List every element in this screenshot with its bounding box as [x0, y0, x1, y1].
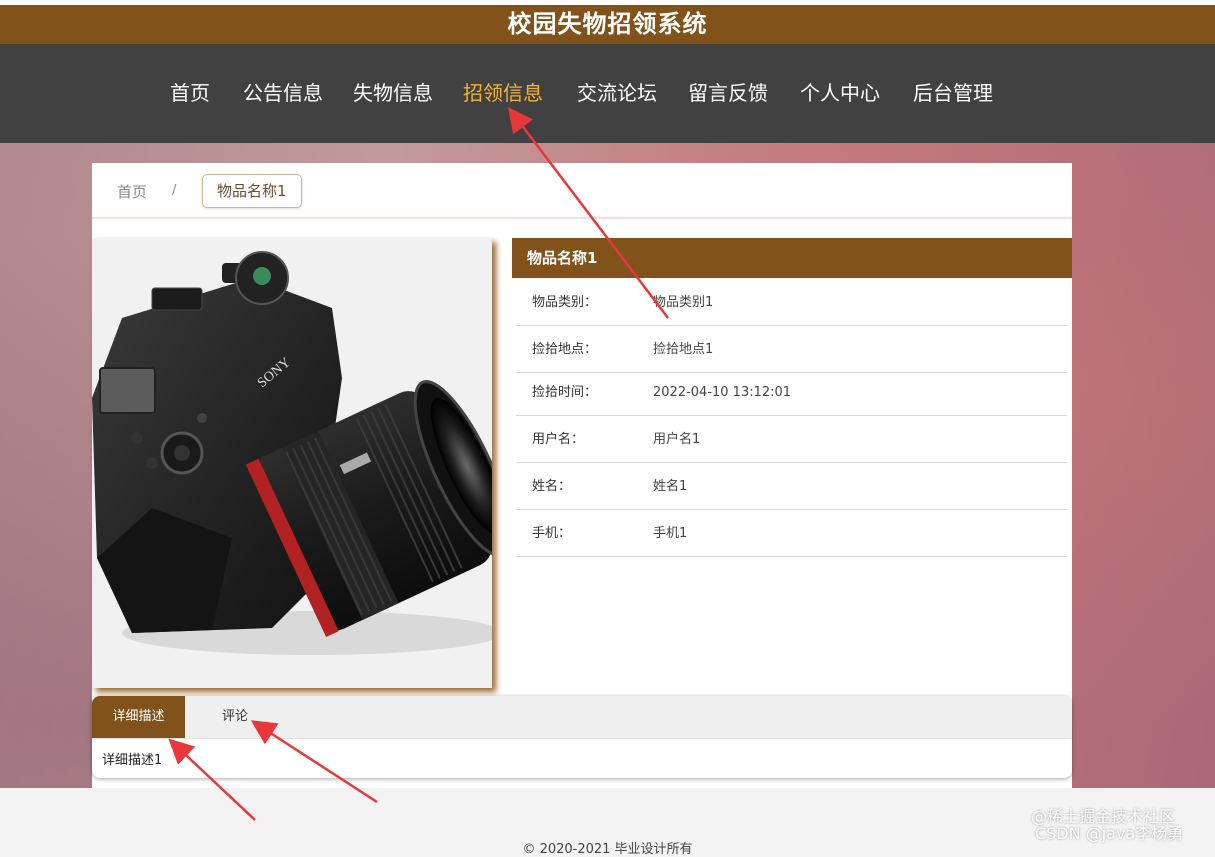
nav-item-profile[interactable]: 个人中心 [800, 44, 880, 143]
info-row-phone: 手机： 手机1 [516, 510, 1067, 557]
field-value: 手机1 [653, 526, 688, 541]
tab-comments[interactable]: 评论 [222, 696, 248, 738]
field-value: 用户名1 [653, 432, 701, 447]
tab-description[interactable]: 详细描述 [92, 696, 185, 738]
nav-item-lost-items[interactable]: 失物信息 [353, 44, 433, 143]
info-row-category: 物品类别： 物品类别1 [516, 279, 1067, 326]
nav-item-feedback[interactable]: 留言反馈 [688, 44, 768, 143]
info-row-username: 用户名： 用户名1 [516, 416, 1067, 463]
field-label: 物品类别： [532, 295, 598, 310]
breadcrumb-current: 物品名称1 [202, 174, 302, 208]
watermark-csdn: CSDN @java李杨勇 [1035, 824, 1184, 843]
site-title: 校园失物招领系统 [0, 5, 1215, 44]
tab-content-description: 详细描述1 [102, 753, 163, 768]
nav-item-home[interactable]: 首页 [170, 44, 210, 143]
item-name-header: 物品名称1 [512, 238, 1072, 278]
nav-item-announcements[interactable]: 公告信息 [243, 44, 323, 143]
info-row-time: 捡拾时间： 2022-04-10 13:12:01 [516, 371, 1067, 416]
info-row-name: 姓名： 姓名1 [516, 463, 1067, 510]
field-value: 2022-04-10 13:12:01 [653, 385, 792, 400]
field-value: 捡拾地点1 [653, 342, 714, 357]
title-bar: 校园失物招领系统 [0, 0, 1215, 44]
field-value: 物品类别1 [653, 295, 714, 310]
field-label: 捡拾时间： [532, 385, 598, 400]
field-label: 捡拾地点： [532, 342, 598, 357]
info-row-location: 捡拾地点： 捡拾地点1 [516, 326, 1067, 373]
camera-image: SONY [92, 251, 492, 655]
nav-item-forum[interactable]: 交流论坛 [577, 44, 657, 143]
breadcrumb-separator: / [172, 183, 177, 198]
field-label: 用户名： [532, 432, 585, 447]
breadcrumb-home-link[interactable]: 首页 [117, 181, 147, 202]
breadcrumb: 首页 / 物品名称1 [92, 163, 1072, 219]
detail-card: 首页 / 物品名称1 SONY 物品名称1 物品类别： 物品类别1 捡拾地点： … [92, 163, 1072, 788]
nav-item-admin[interactable]: 后台管理 [913, 44, 993, 143]
nav-item-found-items[interactable]: 招领信息 [463, 44, 543, 143]
main-nav: 首页 公告信息 失物信息 招领信息 交流论坛 留言反馈 个人中心 后台管理 [0, 44, 1215, 143]
field-value: 姓名1 [653, 479, 688, 494]
detail-tabs-panel: 详细描述 评论 详细描述1 [92, 696, 1072, 778]
field-label: 手机： [532, 526, 572, 541]
item-photo: SONY [92, 238, 492, 688]
field-label: 姓名： [532, 479, 572, 494]
tab-bar: 详细描述 评论 [92, 696, 1072, 739]
